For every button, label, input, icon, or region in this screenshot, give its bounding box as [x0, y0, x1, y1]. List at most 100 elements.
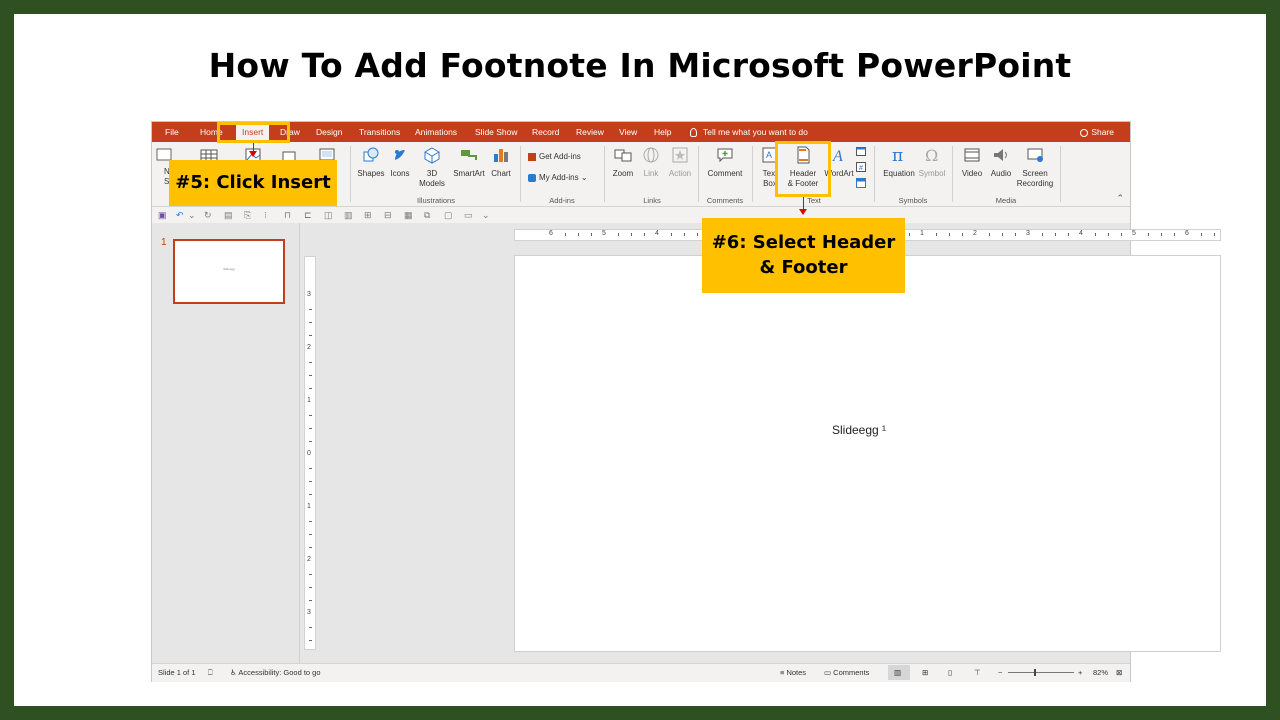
ribbon-separator — [604, 146, 605, 202]
qat-tool-icon[interactable]: ▥ — [344, 210, 353, 221]
text-group-label: Text — [807, 196, 821, 205]
qat-tool-icon[interactable]: ▦ — [404, 210, 413, 221]
ruler-tick-label: 2 — [307, 344, 311, 351]
slide-count: Slide 1 of 1 — [158, 668, 196, 677]
zoom-level[interactable]: 82% — [1093, 668, 1108, 677]
qat-tool-icon[interactable]: ⎘ — [244, 210, 251, 221]
link-button[interactable]: Link — [636, 146, 666, 179]
slide-sorter-icon[interactable]: ⊞ — [922, 668, 928, 677]
video-button[interactable]: Video — [957, 146, 987, 179]
tab-animations[interactable]: Animations — [415, 122, 457, 142]
ruler-tick-mark — [309, 547, 312, 548]
smartart-button[interactable]: SmartArt — [452, 146, 486, 179]
tab-transitions[interactable]: Transitions — [359, 122, 400, 142]
fit-to-window-icon[interactable]: ⊠ — [1116, 668, 1122, 677]
pi-equation-icon: π — [892, 146, 903, 166]
ruler-tick-mark — [936, 233, 937, 236]
shapes-button[interactable]: Shapes — [356, 146, 386, 179]
qat-tool-icon[interactable]: ▤ — [224, 210, 233, 221]
symbol-button[interactable]: Ω Symbol — [916, 146, 948, 179]
icons-button[interactable]: Icons — [385, 146, 415, 179]
share-button[interactable]: Share — [1080, 122, 1114, 142]
chart-label: Chart — [491, 169, 511, 178]
qat-tool-icon[interactable]: ▢ — [444, 210, 453, 221]
page-title: How To Add Footnote In Microsoft PowerPo… — [208, 46, 1072, 85]
star-action-icon — [672, 147, 688, 163]
slide-text-footnote[interactable]: Slideegg ¹ — [832, 423, 886, 437]
tab-record[interactable]: Record — [532, 122, 559, 142]
screen-recording-button[interactable]: Screen Recording — [1014, 146, 1056, 189]
ruler-tick-mark — [684, 233, 685, 236]
vertical-ruler: 3 2 1 0 1 2 3 — [304, 256, 316, 650]
slide-number-icon: # — [856, 162, 866, 172]
ruler-tick-mark — [309, 428, 312, 429]
collapse-ribbon-icon[interactable]: ⌃ — [1116, 193, 1124, 204]
tab-slide-show[interactable]: Slide Show — [475, 122, 518, 142]
comments-button[interactable]: ▭ Comments — [824, 668, 869, 677]
ruler-tick-label: 3 — [307, 609, 311, 616]
links-group-label: Links — [643, 196, 661, 205]
qat-tool-icon[interactable]: ⊏ — [304, 210, 312, 221]
get-addins-button[interactable]: Get Add-ins — [528, 152, 581, 161]
3d-models-button[interactable]: 3D Models — [416, 146, 448, 189]
ruler-tick-mark — [1121, 233, 1122, 236]
zoom-out-icon[interactable]: − — [998, 668, 1002, 677]
qat-tool-icon[interactable]: ⁝ — [264, 210, 267, 221]
qat-tool-icon[interactable]: ⧉ — [424, 210, 430, 221]
slide-thumbnail[interactable]: Slideegg — [173, 239, 285, 304]
zoom-button[interactable]: Zoom — [608, 146, 638, 179]
undo-dropdown-icon[interactable]: ⌄ — [188, 210, 196, 221]
comments-icon: ▭ — [824, 668, 834, 677]
my-addins-button[interactable]: My Add-ins ⌄ — [528, 173, 588, 182]
slideshow-icon[interactable]: ⊤ — [974, 668, 981, 677]
ribbon-separator — [1060, 146, 1061, 202]
qat-tool-icon[interactable]: ⊞ — [364, 210, 372, 221]
zoom-slider[interactable] — [1008, 672, 1074, 673]
comments-group-label: Comments — [706, 196, 744, 205]
tab-design[interactable]: Design — [316, 122, 342, 142]
ribbon-separator — [752, 146, 753, 202]
accessibility-status[interactable]: ♿︎ Accessibility: Good to go — [230, 668, 321, 677]
ruler-tick-mark — [565, 233, 566, 236]
notes-button[interactable]: ≡ Notes — [780, 668, 806, 677]
action-button[interactable]: Action — [665, 146, 695, 179]
tell-me-search[interactable]: Tell me what you want to do — [690, 122, 808, 142]
qat-tool-icon[interactable]: ⊟ — [384, 210, 392, 221]
undo-icon[interactable]: ↶ — [176, 210, 184, 221]
tab-help[interactable]: Help — [654, 122, 671, 142]
arrow-down-icon — [799, 209, 807, 215]
slide-thumbnail-pane: 1 Slideegg — [152, 223, 300, 663]
spellcheck-icon[interactable]: ⎕ — [208, 668, 213, 678]
customize-qat-icon[interactable]: ⌄ — [482, 210, 490, 221]
slide-number-button[interactable]: # — [856, 162, 866, 174]
date-time-icon — [856, 147, 866, 156]
tab-file[interactable]: File — [165, 122, 179, 142]
slide-canvas[interactable]: Slideegg ¹ — [514, 255, 1221, 652]
ruler-tick-label: 6 — [1185, 230, 1189, 237]
chart-icon — [494, 149, 508, 162]
zoom-slider-handle[interactable] — [1034, 669, 1036, 676]
object-button[interactable] — [856, 178, 866, 190]
tab-review[interactable]: Review — [576, 122, 604, 142]
qat-tool-icon[interactable]: ▭ — [464, 210, 473, 221]
date-time-button[interactable] — [856, 146, 866, 158]
omega-symbol-icon: Ω — [925, 146, 938, 165]
ruler-tick-mark — [309, 494, 312, 495]
ruler-tick-mark — [309, 521, 312, 522]
qat-tool-icon[interactable]: ◫ — [324, 210, 333, 221]
shapes-label: Shapes — [357, 169, 385, 178]
comment-button[interactable]: Comment — [703, 146, 747, 179]
equation-button[interactable]: π Equation — [879, 146, 919, 179]
ribbon-separator — [698, 146, 699, 202]
tab-view[interactable]: View — [619, 122, 637, 142]
redo-icon[interactable]: ↻ — [204, 210, 212, 221]
save-icon[interactable]: ▣ — [158, 210, 167, 221]
zoom-in-icon[interactable]: + — [1078, 668, 1082, 677]
ruler-tick-mark — [309, 468, 312, 469]
audio-button[interactable]: Audio — [986, 146, 1016, 179]
chart-button[interactable]: Chart — [486, 146, 516, 179]
ruler-tick-label: 2 — [973, 230, 977, 237]
reading-view-icon[interactable]: ▯ — [948, 668, 952, 677]
qat-tool-icon[interactable]: ⊓ — [284, 210, 291, 221]
arrow-down-icon — [249, 151, 257, 157]
